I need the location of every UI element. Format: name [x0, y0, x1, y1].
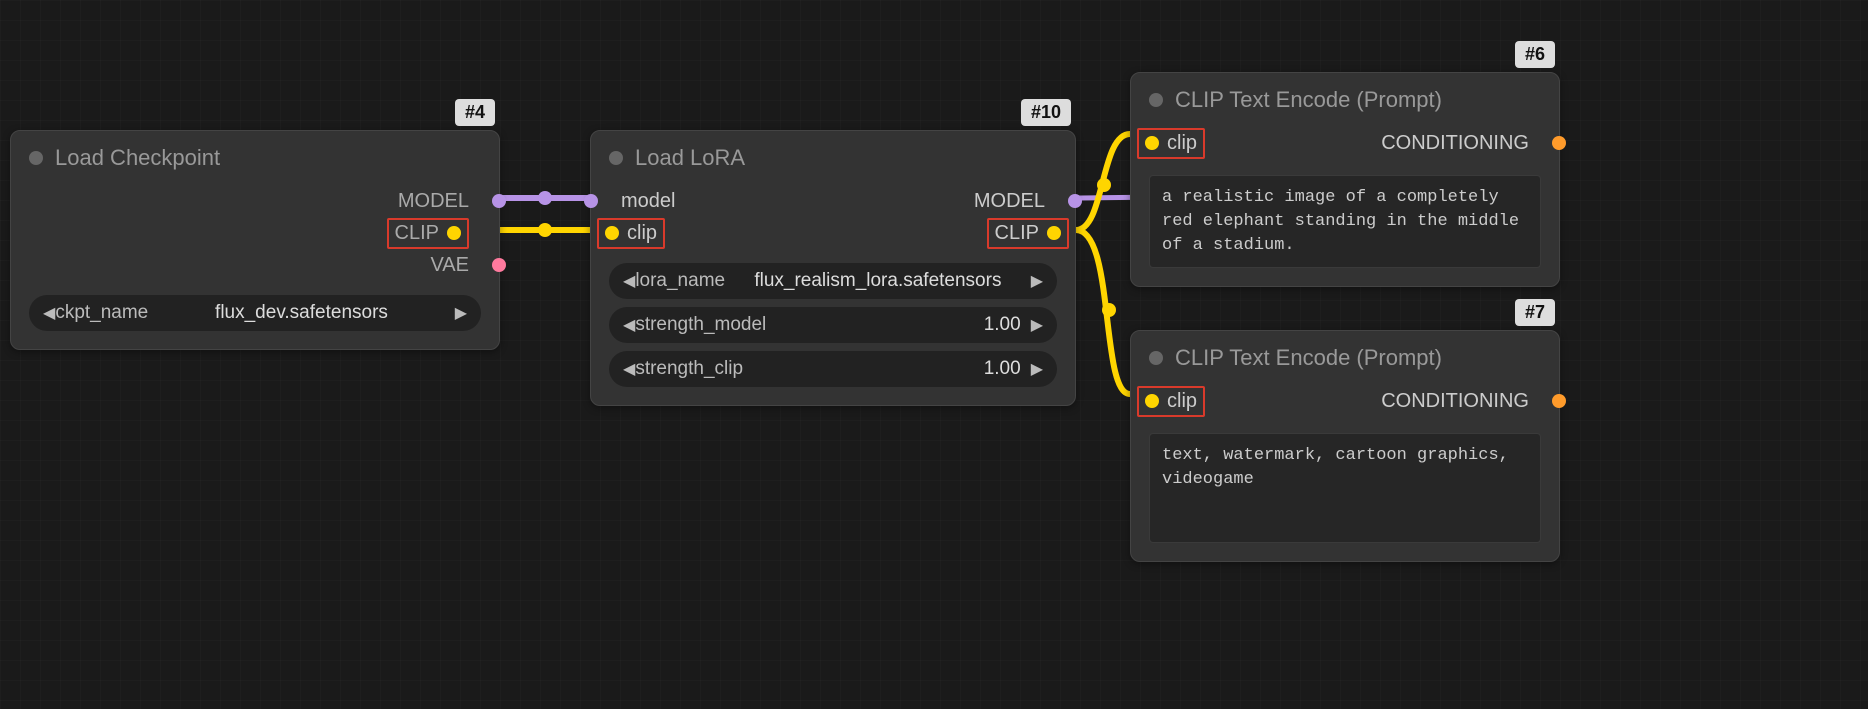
port-circle-icon[interactable]	[492, 258, 506, 272]
widget-label: strength_model	[635, 314, 766, 336]
port-circle-icon[interactable]	[1552, 136, 1566, 150]
widget-label: strength_clip	[635, 358, 743, 380]
highlight-box: clip	[1137, 386, 1205, 417]
node-load-lora[interactable]: #10 Load LoRA model MODEL clip CLIP ◀ l	[590, 130, 1076, 406]
chevron-right-icon[interactable]: ▶	[455, 303, 467, 323]
highlight-box: CLIP	[987, 218, 1069, 249]
node-title: Load LoRA	[635, 145, 745, 171]
output-port-vae[interactable]: VAE	[11, 249, 499, 281]
port-row: clip CONDITIONING	[1131, 127, 1559, 159]
chevron-right-icon[interactable]: ▶	[1031, 315, 1043, 335]
output-port-model[interactable]: MODEL	[974, 190, 1045, 213]
chevron-left-icon[interactable]: ◀	[43, 303, 55, 323]
widget-value: flux_dev.safetensors	[148, 302, 454, 324]
port-circle-icon[interactable]	[1145, 394, 1159, 408]
port-circle-icon[interactable]	[447, 226, 461, 240]
node-title: CLIP Text Encode (Prompt)	[1175, 87, 1442, 113]
port-circle-icon[interactable]	[605, 226, 619, 240]
port-circle-icon[interactable]	[1068, 194, 1082, 208]
chevron-left-icon[interactable]: ◀	[623, 359, 635, 379]
prompt-textarea[interactable]: text, watermark, cartoon graphics, video…	[1149, 433, 1541, 543]
widget-label: lora_name	[635, 270, 725, 292]
wire-dot	[538, 223, 552, 237]
output-port-clip[interactable]: CLIP	[995, 222, 1039, 245]
node-clip-text-encode-negative[interactable]: #7 CLIP Text Encode (Prompt) clip CONDIT…	[1130, 330, 1560, 562]
chevron-right-icon[interactable]: ▶	[1031, 271, 1043, 291]
chevron-left-icon[interactable]: ◀	[623, 315, 635, 335]
input-port-model[interactable]: model	[621, 190, 675, 213]
collapse-dot-icon[interactable]	[1149, 351, 1163, 365]
node-title: Load Checkpoint	[55, 145, 220, 171]
input-port-clip[interactable]: clip	[1167, 390, 1197, 413]
port-circle-icon[interactable]	[1047, 226, 1061, 240]
prompt-textarea[interactable]: a realistic image of a completely red el…	[1149, 175, 1541, 268]
node-header[interactable]: CLIP Text Encode (Prompt)	[1131, 73, 1559, 123]
input-port-clip[interactable]: clip	[1167, 132, 1197, 155]
widget-value: flux_realism_lora.safetensors	[725, 270, 1031, 292]
node-tag: #6	[1515, 41, 1555, 68]
node-load-checkpoint[interactable]: #4 Load Checkpoint MODEL CLIP VAE ◀ ckpt…	[10, 130, 500, 350]
widget-label: ckpt_name	[55, 302, 148, 324]
widget-ckpt-name[interactable]: ◀ ckpt_name flux_dev.safetensors ▶	[29, 295, 481, 331]
node-header[interactable]: Load Checkpoint	[11, 131, 499, 181]
collapse-dot-icon[interactable]	[1149, 93, 1163, 107]
chevron-right-icon[interactable]: ▶	[1031, 359, 1043, 379]
widget-strength-clip[interactable]: ◀ strength_clip 1.00 ▶	[609, 351, 1057, 387]
input-port-clip[interactable]: clip	[627, 222, 657, 245]
port-circle-icon[interactable]	[1552, 394, 1566, 408]
port-circle-icon[interactable]	[1145, 136, 1159, 150]
node-tag: #4	[455, 99, 495, 126]
highlight-box: clip	[1137, 128, 1205, 159]
widget-value: 1.00	[743, 358, 1031, 380]
wire-junction	[1102, 303, 1116, 317]
port-row-model: model MODEL	[591, 185, 1075, 217]
node-clip-text-encode-positive[interactable]: #6 CLIP Text Encode (Prompt) clip CONDIT…	[1130, 72, 1560, 287]
highlight-box: CLIP	[387, 218, 469, 249]
output-port-clip[interactable]: CLIP	[11, 217, 499, 249]
port-circle-icon[interactable]	[492, 194, 506, 208]
wire-dot	[538, 191, 552, 205]
node-title: CLIP Text Encode (Prompt)	[1175, 345, 1442, 371]
node-header[interactable]: Load LoRA	[591, 131, 1075, 181]
node-tag: #7	[1515, 299, 1555, 326]
port-row: clip CONDITIONING	[1131, 385, 1559, 417]
output-port-model[interactable]: MODEL	[11, 185, 499, 217]
port-circle-icon[interactable]	[584, 194, 598, 208]
widget-value: 1.00	[766, 314, 1030, 336]
output-port-conditioning[interactable]: CONDITIONING	[1381, 390, 1529, 413]
widget-strength-model[interactable]: ◀ strength_model 1.00 ▶	[609, 307, 1057, 343]
node-header[interactable]: CLIP Text Encode (Prompt)	[1131, 331, 1559, 381]
collapse-dot-icon[interactable]	[29, 151, 43, 165]
chevron-left-icon[interactable]: ◀	[623, 271, 635, 291]
collapse-dot-icon[interactable]	[609, 151, 623, 165]
wire-junction	[1097, 178, 1111, 192]
output-port-conditioning[interactable]: CONDITIONING	[1381, 132, 1529, 155]
highlight-box: clip	[597, 218, 665, 249]
node-tag: #10	[1021, 99, 1071, 126]
widget-lora-name[interactable]: ◀ lora_name flux_realism_lora.safetensor…	[609, 263, 1057, 299]
port-row-clip: clip CLIP	[591, 217, 1075, 249]
